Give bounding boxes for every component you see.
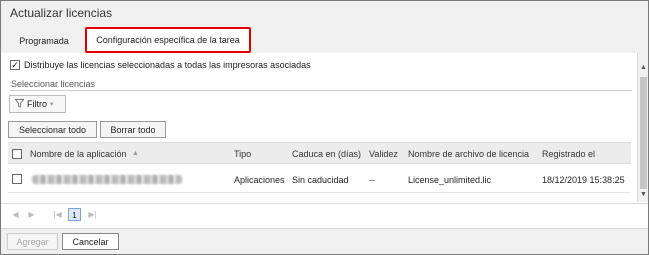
scroll-down-icon[interactable]: ▼ [639, 190, 648, 200]
col-app-name[interactable]: Nombre de la aplicación [30, 149, 127, 159]
select-all-rows-checkbox[interactable] [12, 149, 22, 159]
cell-license-file: License_unlimited.lic [408, 175, 492, 185]
distribute-checkbox[interactable]: ✓ [10, 60, 20, 70]
col-registered[interactable]: Registrado el [542, 149, 595, 159]
dropdown-icon: ▾ [50, 101, 54, 108]
dialog-title: Actualizar licencias [10, 6, 113, 20]
dialog-footer: Agregar Cancelar [1, 228, 648, 254]
tab-scheduled[interactable]: Programada [9, 29, 79, 53]
dialog-content: ✓ Distribuye las licencias seleccionadas… [1, 53, 637, 202]
select-all-button[interactable]: Seleccionar todo [8, 121, 97, 138]
filter-icon [14, 98, 25, 110]
col-license-file[interactable]: Nombre de archivo de licencia [408, 149, 529, 159]
filter-label: Filtro [27, 99, 47, 109]
scroll-up-icon[interactable]: ▲ [639, 63, 648, 73]
scrollbar-thumb[interactable] [640, 77, 647, 189]
col-validity[interactable]: Validez [369, 149, 398, 159]
table-row[interactable]: Aplicaciones Sin caducidad -- License_un… [8, 166, 631, 193]
cell-expires: Sin caducidad [292, 175, 349, 185]
pager-current-page[interactable]: 1 [68, 208, 81, 221]
add-button[interactable]: Agregar [7, 233, 58, 250]
pager-prev-icon[interactable]: ◀ [9, 208, 22, 221]
pager-last-icon[interactable]: ▶| [86, 208, 99, 221]
cell-type: Aplicaciones [234, 175, 285, 185]
app-name-redacted [32, 175, 182, 184]
vertical-scrollbar[interactable]: ▲ ▼ [637, 53, 648, 202]
table-header: Nombre de la aplicación ▲ Tipo Caduca en… [8, 142, 631, 164]
cell-validity: -- [369, 175, 375, 185]
pager-divider [1, 203, 648, 204]
sort-asc-icon: ▲ [132, 150, 139, 157]
col-expires[interactable]: Caduca en (días) [292, 149, 361, 159]
update-licenses-dialog: Actualizar licencias Programada Configur… [0, 0, 649, 255]
cancel-button[interactable]: Cancelar [62, 233, 119, 250]
section-divider [10, 90, 632, 91]
col-type[interactable]: Tipo [234, 149, 251, 159]
tab-task-specific-settings[interactable]: Configuración específica de la tarea [85, 27, 251, 53]
pager-first-icon[interactable]: |◀ [51, 208, 64, 221]
section-label: Seleccionar licencias [11, 79, 96, 89]
cell-registered: 18/12/2019 15:38:25 [542, 175, 625, 185]
distribute-label: Distribuye las licencias seleccionadas a… [24, 60, 311, 70]
pager-next-icon[interactable]: ▶ [25, 208, 38, 221]
row-checkbox[interactable] [12, 174, 22, 184]
clear-all-button[interactable]: Borrar todo [100, 121, 166, 138]
filter-button[interactable]: Filtro ▾ [9, 95, 66, 113]
dialog-header: Actualizar licencias Programada Configur… [1, 1, 648, 53]
